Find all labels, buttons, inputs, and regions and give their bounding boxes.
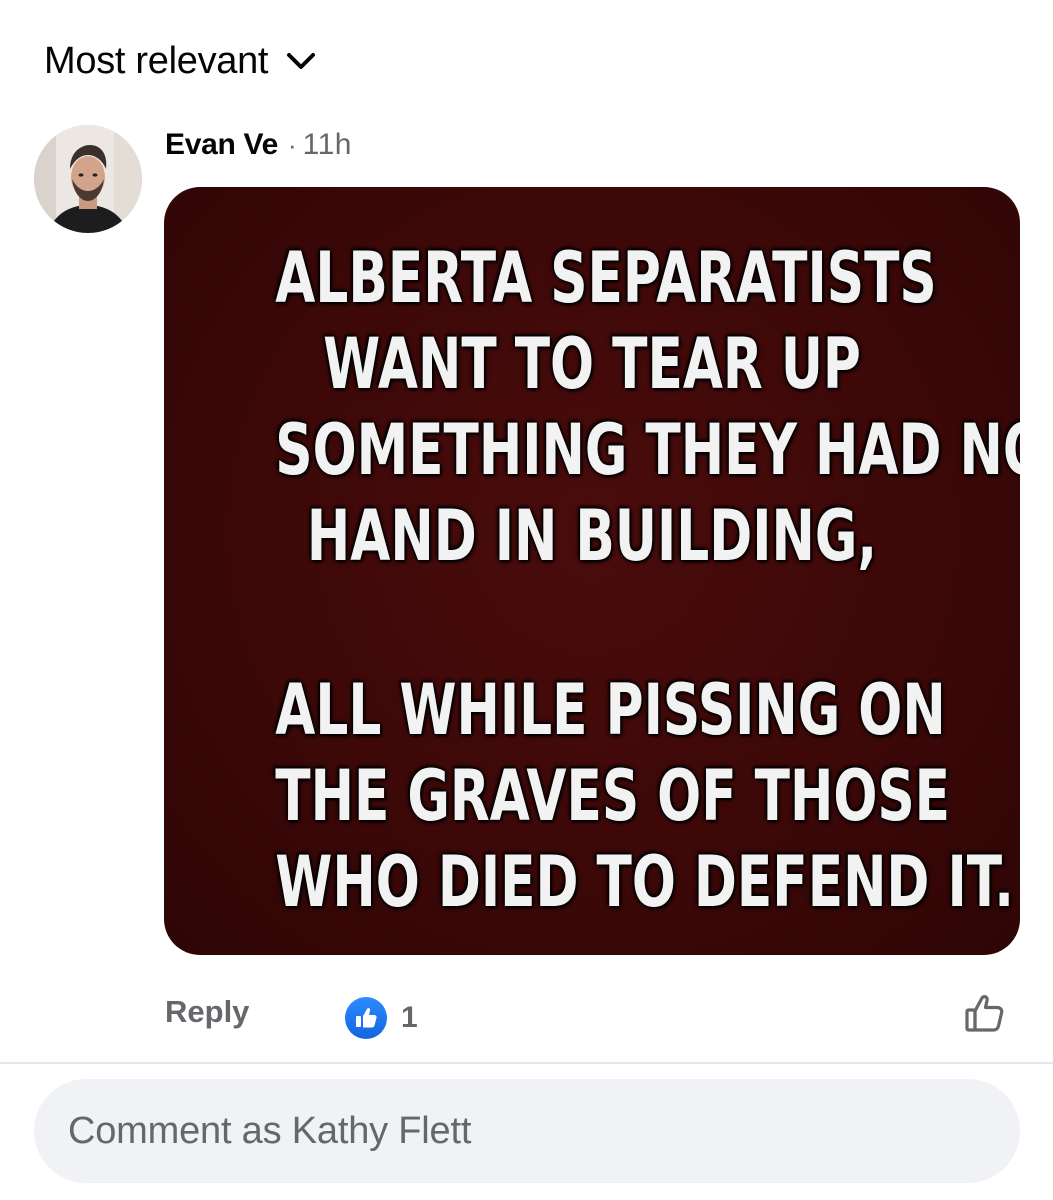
meme-text-block-2: ALL WHILE PISSING ON THE GRAVES OF THOSE…	[164, 667, 1020, 925]
comments-section: Most relevant Evan Ve · 11h ALBERTA SEPA…	[0, 0, 1053, 1200]
meme-line: ALBERTA SEPARATISTS	[275, 237, 937, 319]
sort-label: Most relevant	[44, 39, 269, 82]
meme-line: THE GRAVES OF THOSE	[275, 755, 951, 837]
divider	[0, 1062, 1053, 1064]
comment-author[interactable]: Evan Ve	[165, 128, 278, 162]
meme-line: SOMETHING THEY HAD NO	[275, 409, 1020, 491]
comment-input-placeholder: Comment as Kathy Flett	[68, 1109, 472, 1152]
meme-line: HAND IN BUILDING,	[306, 495, 878, 577]
like-button[interactable]	[962, 990, 1008, 1036]
meme-text-block-1: ALBERTA SEPARATISTS WANT TO TEAR UP SOME…	[164, 235, 1020, 579]
meme-line: ALL WHILE PISSING ON	[275, 669, 946, 751]
separator-dot: ·	[287, 130, 297, 160]
thumbs-up-outline-icon	[965, 995, 1004, 1032]
reply-button[interactable]: Reply	[165, 994, 249, 1030]
comment-timestamp[interactable]: 11h	[303, 128, 352, 162]
comment-image[interactable]: ALBERTA SEPARATISTS WANT TO TEAR UP SOME…	[164, 187, 1020, 955]
comment-input[interactable]: Comment as Kathy Flett	[34, 1079, 1020, 1183]
avatar[interactable]	[34, 125, 142, 233]
thumbs-up-filled-icon	[345, 997, 387, 1039]
comment-header: Evan Ve · 11h	[165, 128, 352, 168]
meme-line: WHO DIED TO DEFEND IT.	[275, 841, 1014, 923]
meme-line: WANT TO TEAR UP	[323, 323, 861, 405]
reaction-summary[interactable]: 1	[345, 997, 418, 1039]
sort-dropdown[interactable]: Most relevant	[44, 36, 316, 86]
chevron-down-icon	[286, 51, 316, 71]
reaction-count: 1	[401, 1001, 418, 1034]
avatar-photo	[34, 125, 142, 233]
